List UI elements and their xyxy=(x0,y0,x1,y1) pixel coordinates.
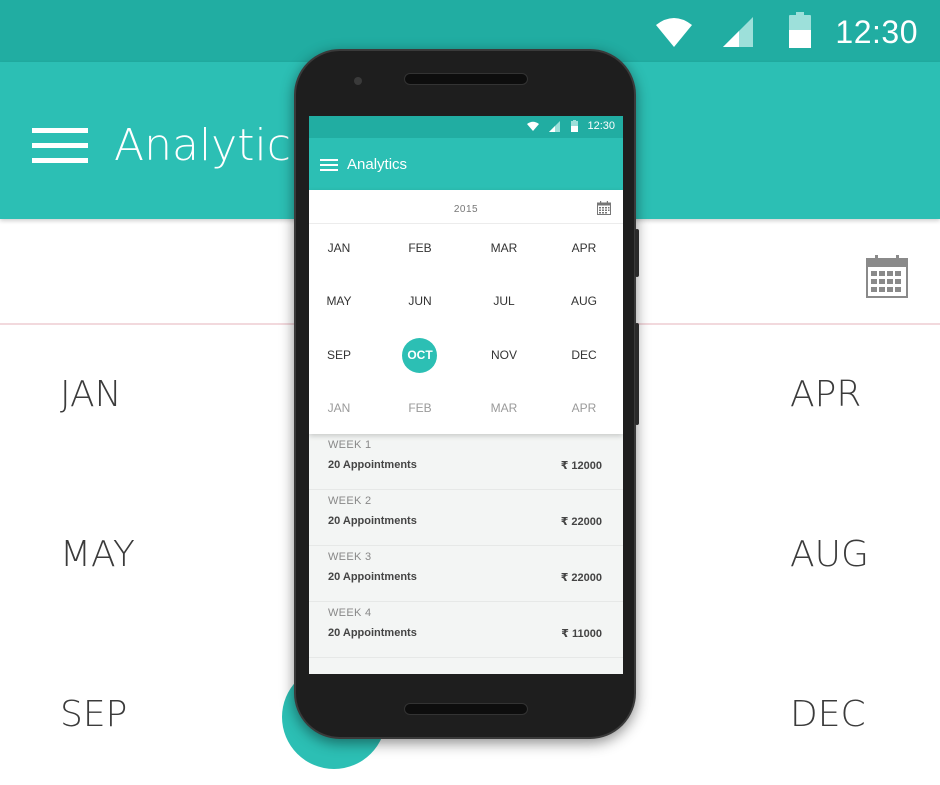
amount-value: ₹ 22000 xyxy=(560,572,602,584)
month-cell-aug[interactable]: AUG xyxy=(554,286,614,316)
power-button xyxy=(635,323,639,425)
month-cell-oct[interactable]: OCT xyxy=(390,338,450,373)
signal-icon xyxy=(549,121,560,135)
bottom-speaker xyxy=(404,703,528,715)
month-may[interactable]: MAY xyxy=(60,534,135,575)
week-label: WEEK 2 xyxy=(328,495,372,507)
battery-icon xyxy=(789,12,811,53)
volume-button xyxy=(635,229,639,277)
month-cell-jan-next-year[interactable]: JAN xyxy=(309,393,369,423)
month-cell-feb-next-year[interactable]: FEB xyxy=(390,393,450,423)
battery-icon xyxy=(571,120,578,135)
list-item[interactable]: WEEK 1 20 Appointments ₹ 12000 xyxy=(309,434,623,490)
status-time: 12:30 xyxy=(835,14,918,50)
month-dec[interactable]: DEC xyxy=(790,694,866,735)
week-label: WEEK 1 xyxy=(328,439,372,451)
list-item[interactable]: WEEK 3 20 Appointments ₹ 22000 xyxy=(309,546,623,602)
phone-status-bar: 12:30 xyxy=(309,116,623,138)
hamburger-icon[interactable] xyxy=(320,159,338,171)
hamburger-icon[interactable] xyxy=(32,128,88,164)
divider xyxy=(309,223,623,224)
wifi-icon xyxy=(655,16,693,53)
month-cell-mar[interactable]: MAR xyxy=(474,233,534,263)
front-camera xyxy=(354,77,362,85)
month-cell-sep[interactable]: SEP xyxy=(309,340,369,370)
amount-value: ₹ 11000 xyxy=(561,628,602,640)
wifi-icon xyxy=(527,121,539,134)
amount-value: ₹ 22000 xyxy=(560,516,602,528)
appointments-count: 20 Appointments xyxy=(328,459,417,471)
list-item[interactable]: WEEK 2 20 Appointments ₹ 22000 xyxy=(309,490,623,546)
calendar-icon[interactable] xyxy=(866,254,908,303)
amount-value: ₹ 12000 xyxy=(560,460,602,472)
month-picker: 2015 JAN FEB MAR APR MAY JUN JUL AUG SEP OCT NOV DE… xyxy=(309,190,623,434)
appointments-count: 20 Appointments xyxy=(328,627,417,639)
calendar-icon[interactable] xyxy=(597,201,611,220)
month-cell-dec[interactable]: DEC xyxy=(554,340,614,370)
month-cell-feb[interactable]: FEB xyxy=(390,233,450,263)
year-label[interactable]: 2015 xyxy=(309,204,623,215)
month-cell-apr-next-year[interactable]: APR xyxy=(554,393,614,423)
list-item[interactable]: WEEK 4 20 Appointments ₹ 11000 xyxy=(309,602,623,658)
week-label: WEEK 3 xyxy=(328,551,372,563)
month-sep[interactable]: SEP xyxy=(60,694,127,735)
month-apr[interactable]: APR xyxy=(790,374,861,415)
page-title: Analytics xyxy=(347,156,408,173)
week-list: WEEK 1 20 Appointments ₹ 12000 WEEK 2 20 App… xyxy=(309,434,623,658)
month-cell-mar-next-year[interactable]: MAR xyxy=(474,393,534,423)
month-cell-jul[interactable]: JUL xyxy=(474,286,534,316)
phone-screen: 12:30 Analytics 2015 JAN FEB MAR APR MAY JUN J… xyxy=(309,116,623,674)
appointments-count: 20 Appointments xyxy=(328,571,417,583)
month-cell-jun[interactable]: JUN xyxy=(390,286,450,316)
month-cell-nov[interactable]: NOV xyxy=(474,340,534,370)
earpiece-speaker xyxy=(404,73,528,85)
page-title: Analytics xyxy=(114,120,314,171)
phone-app-bar: Analytics xyxy=(309,138,623,190)
month-cell-jan[interactable]: JAN xyxy=(309,233,369,263)
month-cell-apr[interactable]: APR xyxy=(554,233,614,263)
status-time: 12:30 xyxy=(587,120,615,132)
month-aug[interactable]: AUG xyxy=(790,534,869,575)
week-label: WEEK 4 xyxy=(328,607,372,619)
month-jan[interactable]: JAN xyxy=(60,374,122,415)
month-cell-may[interactable]: MAY xyxy=(309,286,369,316)
appointments-count: 20 Appointments xyxy=(328,515,417,527)
phone-device: 12:30 Analytics 2015 JAN FEB MAR APR MAY JUN J… xyxy=(294,49,639,739)
signal-icon xyxy=(721,15,755,54)
